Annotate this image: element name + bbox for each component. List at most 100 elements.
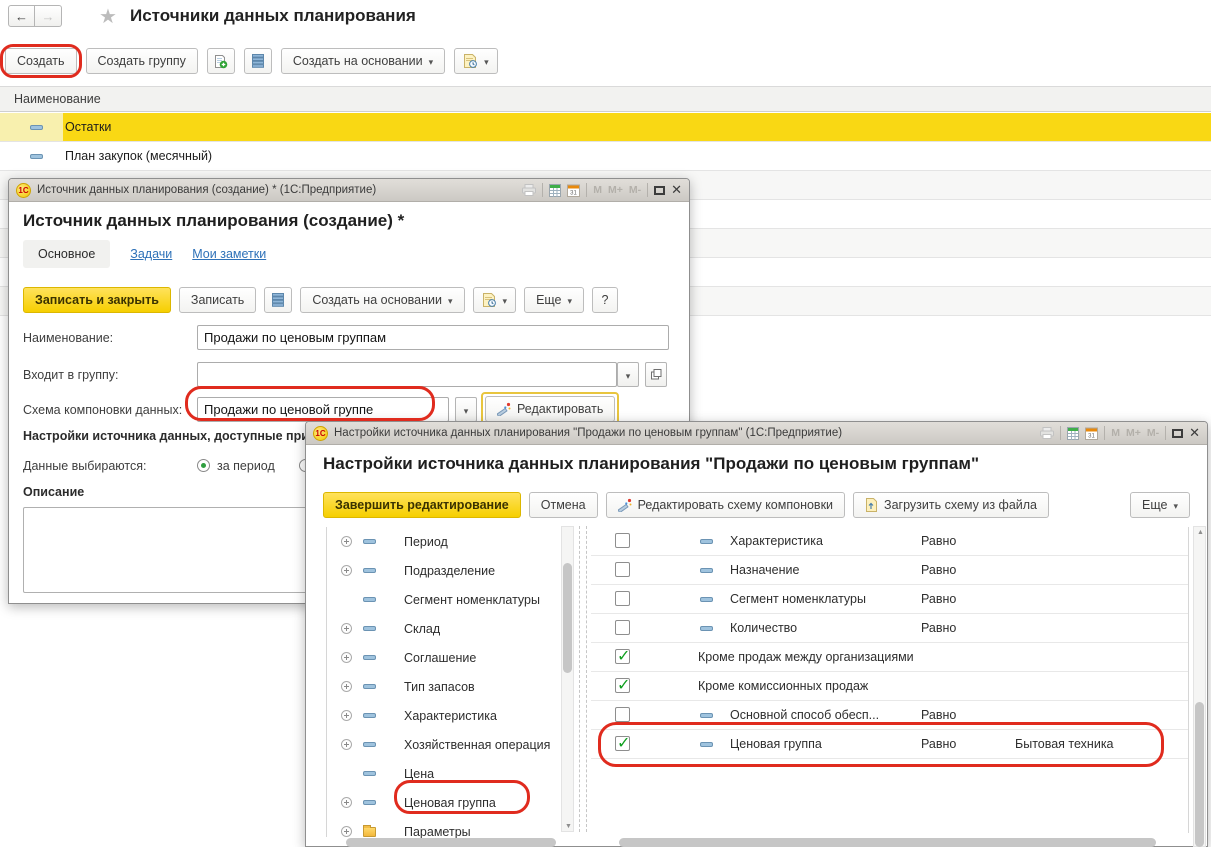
tree-item[interactable]: Соглашение [327,643,561,672]
forward-button[interactable] [35,5,62,27]
based-on-menu-button[interactable] [454,48,498,74]
checkbox[interactable] [615,649,630,664]
new-item-copy-button[interactable] [207,48,235,74]
save-button[interactable]: Записать [179,287,256,313]
group-open-button[interactable] [645,362,667,387]
create-based-on-button[interactable]: Создать на основании [281,48,445,74]
tree-item[interactable]: Характеристика [327,701,561,730]
list-item-label: Остатки [63,113,1211,141]
filter-row[interactable]: Ценовая группаРавноБытовая техника [591,730,1188,759]
create-group-button[interactable]: Создать группу [86,48,198,74]
checkbox[interactable] [615,620,630,635]
tree-item[interactable]: Тип запасов [327,672,561,701]
filter-label: Кроме продаж между организациями [698,650,914,664]
tree-item[interactable]: Склад [327,614,561,643]
maximize-icon[interactable] [654,186,665,195]
more-button[interactable]: Еще [524,287,584,313]
filter-label: Кроме комиссионных продаж [698,679,868,693]
name-input[interactable]: Продажи по ценовым группам [197,325,669,350]
cancel-button[interactable]: Отмена [529,492,598,518]
scheme-dropdown-button[interactable] [455,397,477,422]
list-column-header[interactable]: Наименование [0,86,1211,112]
create-button[interactable]: Создать [5,48,77,74]
tab-tasks[interactable]: Задачи [130,247,172,261]
group-input[interactable] [197,362,617,387]
radio-for-period[interactable] [197,459,210,472]
list-item[interactable]: План закупок (месячный) [0,142,1211,171]
print-icon[interactable] [522,184,536,196]
filters-scrollbar-thumb[interactable] [1195,702,1204,847]
based-on-menu-button[interactable] [473,287,517,313]
tree-vertical-scrollbar[interactable] [561,526,574,832]
save-and-close-button[interactable]: Записать и закрыть [23,287,171,313]
tree-item[interactable]: Цена [327,759,561,788]
filter-row[interactable]: КоличествоРавно [591,614,1188,643]
back-button[interactable] [8,5,35,27]
caret-down-icon [1173,498,1178,512]
filters-horizontal-scrollbar[interactable] [619,838,1156,847]
dialog2-titlebar[interactable]: 1С Настройки источника данных планирован… [306,422,1207,445]
edit-scheme-button[interactable]: Редактировать [485,396,615,422]
filter-row[interactable]: Сегмент номенклатурыРавно [591,585,1188,614]
expand-plus-icon[interactable] [341,623,352,634]
expand-plus-icon[interactable] [341,565,352,576]
checkbox[interactable] [615,562,630,577]
dialog2-titlebar-icons: 31 M M+ M- [1040,426,1200,440]
favorite-star-icon[interactable] [99,4,117,29]
tab-main[interactable]: Основное [23,240,110,268]
filter-row[interactable]: Кроме продаж между организациями [591,643,1188,672]
scroll-up-arrow-icon[interactable] [1194,529,1207,536]
checkbox[interactable] [615,591,630,606]
expand-plus-icon[interactable] [341,681,352,692]
radio-for-period-label[interactable]: за период [217,459,275,473]
filter-row[interactable]: Кроме комиссионных продаж [591,672,1188,701]
more-button[interactable]: Еще [1130,492,1190,518]
filter-row[interactable]: Основной способ обесп...Равно [591,701,1188,730]
calculator-icon[interactable] [549,184,561,197]
tree-item[interactable]: Период [327,527,561,556]
panel-splitter[interactable] [579,526,587,832]
dialog1-titlebar[interactable]: 1С Источник данных планирования (создани… [9,179,689,202]
filter-label: Ценовая группа [730,737,822,751]
expand-plus-icon[interactable] [341,826,352,837]
tree-item[interactable]: Ценовая группа [327,788,561,817]
group-dropdown-button[interactable] [617,362,639,387]
checkbox[interactable] [615,707,630,722]
journal-button[interactable] [264,287,292,313]
tree-item-label: Ценовая группа [404,796,496,810]
maximize-icon[interactable] [1172,429,1183,438]
tree-scrollbar-thumb[interactable] [563,563,572,673]
journal-button[interactable] [244,48,272,74]
tree-item[interactable]: Хозяйственная операция [327,730,561,759]
load-scheme-button[interactable]: Загрузить схему из файла [853,492,1049,518]
scheme-input[interactable]: Продажи по ценовой группе [197,397,449,422]
checkbox[interactable] [615,678,630,693]
edit-layout-scheme-button[interactable]: Редактировать схему компоновки [606,492,845,518]
print-icon[interactable] [1040,427,1054,439]
filter-row[interactable]: НазначениеРавно [591,556,1188,585]
tree-horizontal-scrollbar[interactable] [346,838,556,847]
expand-plus-icon[interactable] [341,652,352,663]
dimension-tree: ПериодПодразделениеСегмент номенклатурыС… [326,527,561,837]
close-icon[interactable] [1189,426,1200,440]
finish-editing-button[interactable]: Завершить редактирование [323,492,521,518]
close-icon[interactable] [671,183,682,197]
help-button[interactable]: ? [592,287,618,313]
checkbox[interactable] [615,533,630,548]
create-based-on-button[interactable]: Создать на основании [300,287,464,313]
tree-item[interactable]: Сегмент номенклатуры [327,585,561,614]
list-item[interactable]: Остатки [0,113,1211,142]
filter-row[interactable]: ХарактеристикаРавно [591,527,1188,556]
tab-my-notes[interactable]: Мои заметки [192,247,266,261]
calendar-icon[interactable]: 31 [1085,427,1098,440]
expand-plus-icon[interactable] [341,710,352,721]
calendar-icon[interactable]: 31 [567,184,580,197]
calculator-icon[interactable] [1067,427,1079,440]
tree-item[interactable]: Подразделение [327,556,561,585]
expand-plus-icon[interactable] [341,536,352,547]
expand-plus-icon[interactable] [341,739,352,750]
expand-plus-icon[interactable] [341,797,352,808]
scroll-down-arrow-icon[interactable] [562,823,575,830]
filters-vertical-scrollbar[interactable] [1193,526,1206,847]
checkbox[interactable] [615,736,630,751]
